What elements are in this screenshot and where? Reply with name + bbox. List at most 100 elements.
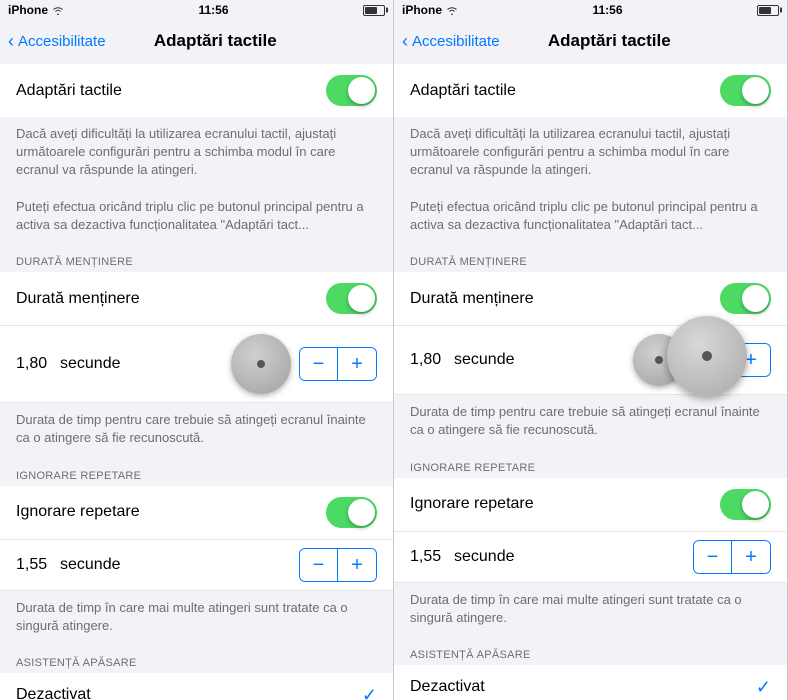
- dezactivat-label-right: Dezactivat: [410, 678, 485, 696]
- dial-dot-right-small: [655, 356, 663, 364]
- ignore-desc-left: Durata de timp în care mai multe atinger…: [0, 591, 393, 647]
- hold-stepper-left: − +: [299, 347, 377, 381]
- hold-unit-left: secunde: [60, 355, 223, 373]
- page-title-left: Adaptări tactile: [46, 31, 385, 51]
- section-hold-label-left: DURATĂ MENȚINERE: [0, 246, 393, 272]
- status-left: iPhone: [8, 3, 64, 17]
- hold-duration-toggle-right[interactable]: [720, 283, 771, 314]
- hold-minus-left[interactable]: −: [300, 348, 338, 380]
- ignore-toggle-row-right: Ignorare repetare: [394, 478, 787, 532]
- ignore-desc-text-right: Durata de timp în care mai multe atinger…: [410, 591, 771, 627]
- ignore-desc-text-left: Durata de timp în care mai multe atinger…: [16, 599, 377, 635]
- hold-duration-value-row-right: 1,80 secunde − +: [394, 326, 787, 395]
- ignore-toggle-left[interactable]: [326, 497, 377, 528]
- hold-desc-text-left: Durata de timp pentru care trebuie să at…: [16, 411, 377, 447]
- main-toggle-section-right: Adaptări tactile: [394, 64, 787, 117]
- main-toggle-section-left: Adaptări tactile: [0, 64, 393, 117]
- hold-unit-right: secunde: [454, 351, 625, 369]
- checkmark-right: ✓: [756, 677, 771, 698]
- ignore-unit-left: secunde: [60, 556, 172, 574]
- ignore-label-left: Ignorare repetare: [16, 503, 140, 521]
- ignore-toggle-thumb-right: [742, 491, 769, 518]
- ignore-toggle-row-left: Ignorare repetare: [0, 486, 393, 540]
- hold-duration-toggle-left[interactable]: [326, 283, 377, 314]
- dial-dot-left: [257, 360, 265, 368]
- main-toggle-label-right: Adaptări tactile: [410, 82, 516, 100]
- section-assist-label-left: ASISTENȚĂ APĂSARE: [0, 647, 393, 673]
- page-title-right: Adaptări tactile: [440, 31, 779, 51]
- hold-duration-label-right: Durată menținere: [410, 290, 534, 308]
- hold-duration-toggle-thumb-right: [742, 285, 769, 312]
- hold-desc-text-right: Durata de timp pentru care trebuie să at…: [410, 403, 771, 439]
- section-ignore-label-left: IGNORARE REPETARE: [0, 460, 393, 486]
- nav-bar-left: ‹ Accesibilitate Adaptări tactile: [0, 20, 393, 64]
- iphone-label: iPhone: [8, 3, 48, 17]
- status-bar-left: iPhone 11:56: [0, 0, 393, 20]
- ignore-desc-right: Durata de timp în care mai multe atinger…: [394, 583, 787, 639]
- ignore-plus-right[interactable]: +: [732, 541, 770, 573]
- desc2-right: Puteți efectua oricând triplu clic pe bu…: [410, 198, 771, 234]
- hold-value-left: 1,80: [16, 355, 52, 373]
- hold-value-right: 1,80: [410, 351, 446, 369]
- status-right-left: [363, 5, 385, 16]
- content-left: Adaptări tactile Dacă aveți dificultăți …: [0, 64, 393, 700]
- main-toggle-row-left: Adaptări tactile: [0, 64, 393, 117]
- dial-overlay-dot-right: [702, 351, 712, 361]
- wifi-icon-left: [52, 6, 64, 15]
- status-bar-right: iPhone 11:56: [394, 0, 787, 20]
- dezactivat-label-left: Dezactivat: [16, 686, 91, 700]
- toggle-thumb-left: [348, 77, 375, 104]
- ignore-stepper-right: − +: [693, 540, 771, 574]
- main-toggle-right[interactable]: [720, 75, 771, 106]
- ignore-unit-right: secunde: [454, 548, 566, 566]
- assist-section-right: Dezactivat ✓ Utilizați poziția Apăsare i…: [394, 665, 787, 700]
- main-toggle-row-right: Adaptări tactile: [394, 64, 787, 117]
- dezactivat-row-left[interactable]: Dezactivat ✓: [0, 673, 393, 700]
- dezactivat-row-right[interactable]: Dezactivat ✓: [394, 665, 787, 700]
- desc2-left: Puteți efectua oricând triplu clic pe bu…: [16, 198, 377, 234]
- status-right-right: [757, 5, 779, 16]
- ignore-plus-left[interactable]: +: [338, 549, 376, 581]
- description-block-left: Dacă aveți dificultăți la utilizarea ecr…: [0, 117, 393, 246]
- ignore-toggle-thumb-left: [348, 499, 375, 526]
- content-right: Adaptări tactile Dacă aveți dificultăți …: [394, 64, 787, 700]
- ignore-value-left: 1,55: [16, 556, 52, 574]
- desc1-left: Dacă aveți dificultăți la utilizarea ecr…: [16, 125, 377, 180]
- section-ignore-label-right: IGNORARE REPETARE: [394, 452, 787, 478]
- nav-bar-right: ‹ Accesibilitate Adaptări tactile: [394, 20, 787, 64]
- phone-panel-right: iPhone 11:56 ‹ Accesibilitate Adaptări t…: [394, 0, 788, 700]
- battery-icon-right: [757, 5, 779, 16]
- phone-panel-left: iPhone 11:56 ‹ Accesibilitate Adaptări t…: [0, 0, 394, 700]
- section-assist-label-right: ASISTENȚĂ APĂSARE: [394, 639, 787, 665]
- hold-desc-left: Durata de timp pentru care trebuie să at…: [0, 403, 393, 459]
- desc1-right: Dacă aveți dificultăți la utilizarea ecr…: [410, 125, 771, 180]
- chevron-left-icon: ‹: [8, 32, 14, 50]
- section-hold-label-right: DURATĂ MENȚINERE: [394, 246, 787, 272]
- hold-dial-right-large[interactable]: [667, 316, 747, 396]
- hold-desc-right: Durata de timp pentru care trebuie să at…: [394, 395, 787, 451]
- ignore-value-row-right: 1,55 secunde − +: [394, 532, 787, 583]
- hold-dial-left[interactable]: [231, 334, 291, 394]
- hold-plus-left[interactable]: +: [338, 348, 376, 380]
- hold-duration-toggle-row-left: Durată menținere: [0, 272, 393, 326]
- toggle-thumb-right: [742, 77, 769, 104]
- hold-duration-toggle-thumb-left: [348, 285, 375, 312]
- ignore-value-row-left: 1,55 secunde − +: [0, 540, 393, 591]
- hold-duration-value-row-left: 1,80 secunde − +: [0, 326, 393, 403]
- ignore-value-right: 1,55: [410, 548, 446, 566]
- assist-section-left: Dezactivat ✓ Utilizați poziția Apăsare i…: [0, 673, 393, 700]
- ignore-stepper-left: − +: [299, 548, 377, 582]
- ignore-minus-right[interactable]: −: [694, 541, 732, 573]
- hold-duration-section-left: Durată menținere 1,80 secunde − +: [0, 272, 393, 403]
- battery-icon-left: [363, 5, 385, 16]
- ignore-section-left: Ignorare repetare 1,55 secunde − +: [0, 486, 393, 591]
- hold-duration-toggle-row-right: Durată menținere: [394, 272, 787, 326]
- ignore-label-right: Ignorare repetare: [410, 495, 534, 513]
- status-left-right: iPhone: [402, 3, 458, 17]
- ignore-toggle-right[interactable]: [720, 489, 771, 520]
- ignore-minus-left[interactable]: −: [300, 549, 338, 581]
- chevron-left-icon-right: ‹: [402, 32, 408, 50]
- main-toggle-left[interactable]: [326, 75, 377, 106]
- wifi-icon-right: [446, 6, 458, 15]
- ignore-section-right: Ignorare repetare 1,55 secunde − +: [394, 478, 787, 583]
